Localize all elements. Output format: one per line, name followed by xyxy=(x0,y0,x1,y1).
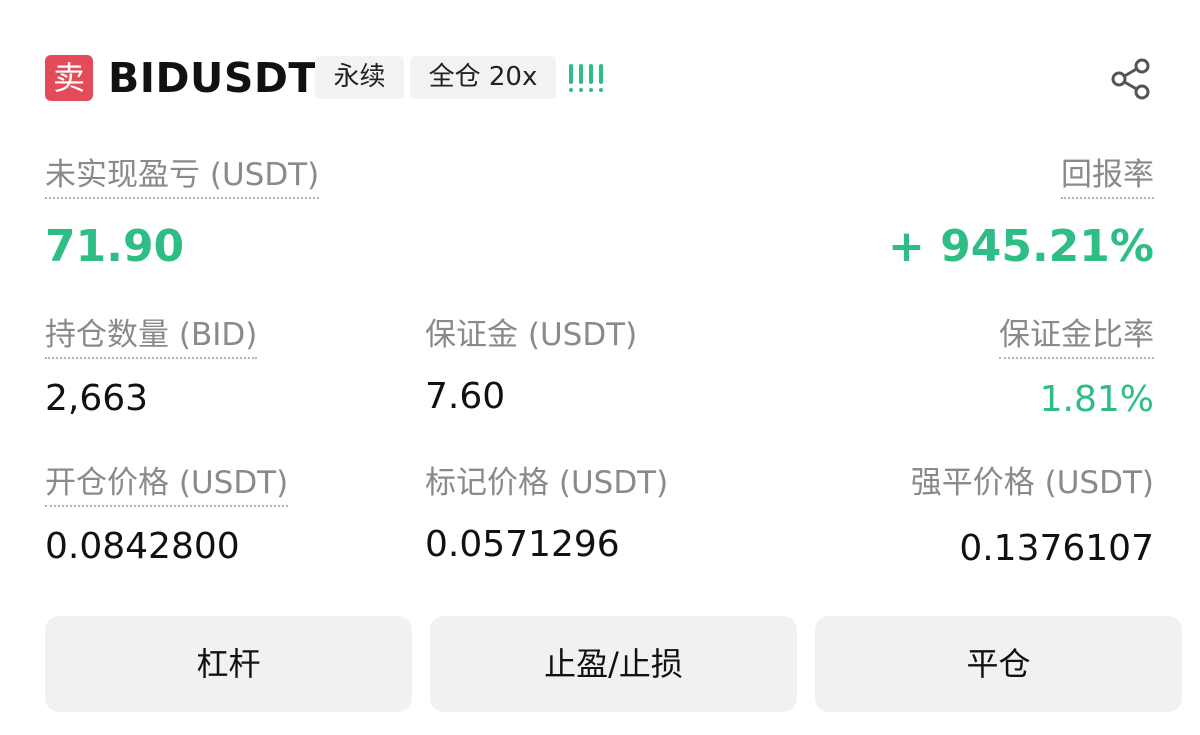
margin-ratio-label[interactable]: 保证金比率 xyxy=(999,315,1154,359)
margin-mode-tag: 全仓 20x xyxy=(410,56,556,99)
margin-label: 保证金 (USDT) xyxy=(425,317,638,353)
entry-price-value: 0.0842800 xyxy=(45,526,240,567)
share-icon[interactable] xyxy=(1108,56,1154,102)
sell-badge: 卖 xyxy=(45,55,93,101)
position-size-value: 2,663 xyxy=(45,378,149,419)
tpsl-button[interactable]: 止盈/止损 xyxy=(430,616,797,712)
mark-price-value: 0.0571296 xyxy=(425,524,620,565)
liquidation-price-value: 0.1376107 xyxy=(959,528,1154,569)
margin-value: 7.60 xyxy=(425,376,506,417)
close-position-button[interactable]: 平仓 xyxy=(815,616,1182,712)
entry-price-label[interactable]: 开仓价格 (USDT) xyxy=(45,463,289,507)
unrealized-pnl-label[interactable]: 未实现盈亏 (USDT) xyxy=(45,155,320,199)
roe-label[interactable]: 回报率 xyxy=(1061,155,1154,199)
contract-type-tag: 永续 xyxy=(315,56,404,99)
leverage-button[interactable]: 杠杆 xyxy=(45,616,412,712)
position-size-label[interactable]: 持仓数量 (BID) xyxy=(45,315,258,359)
liquidation-price-label: 强平价格 (USDT) xyxy=(910,465,1154,501)
unrealized-pnl-value: 71.90 xyxy=(45,221,185,272)
symbol-title: BIDUSDT xyxy=(108,54,317,102)
mark-price-label: 标记价格 (USDT) xyxy=(425,465,669,501)
margin-ratio-value: 1.81% xyxy=(1039,379,1154,420)
signal-bars-icon xyxy=(569,64,603,92)
roe-value: + 945.21% xyxy=(887,221,1154,272)
